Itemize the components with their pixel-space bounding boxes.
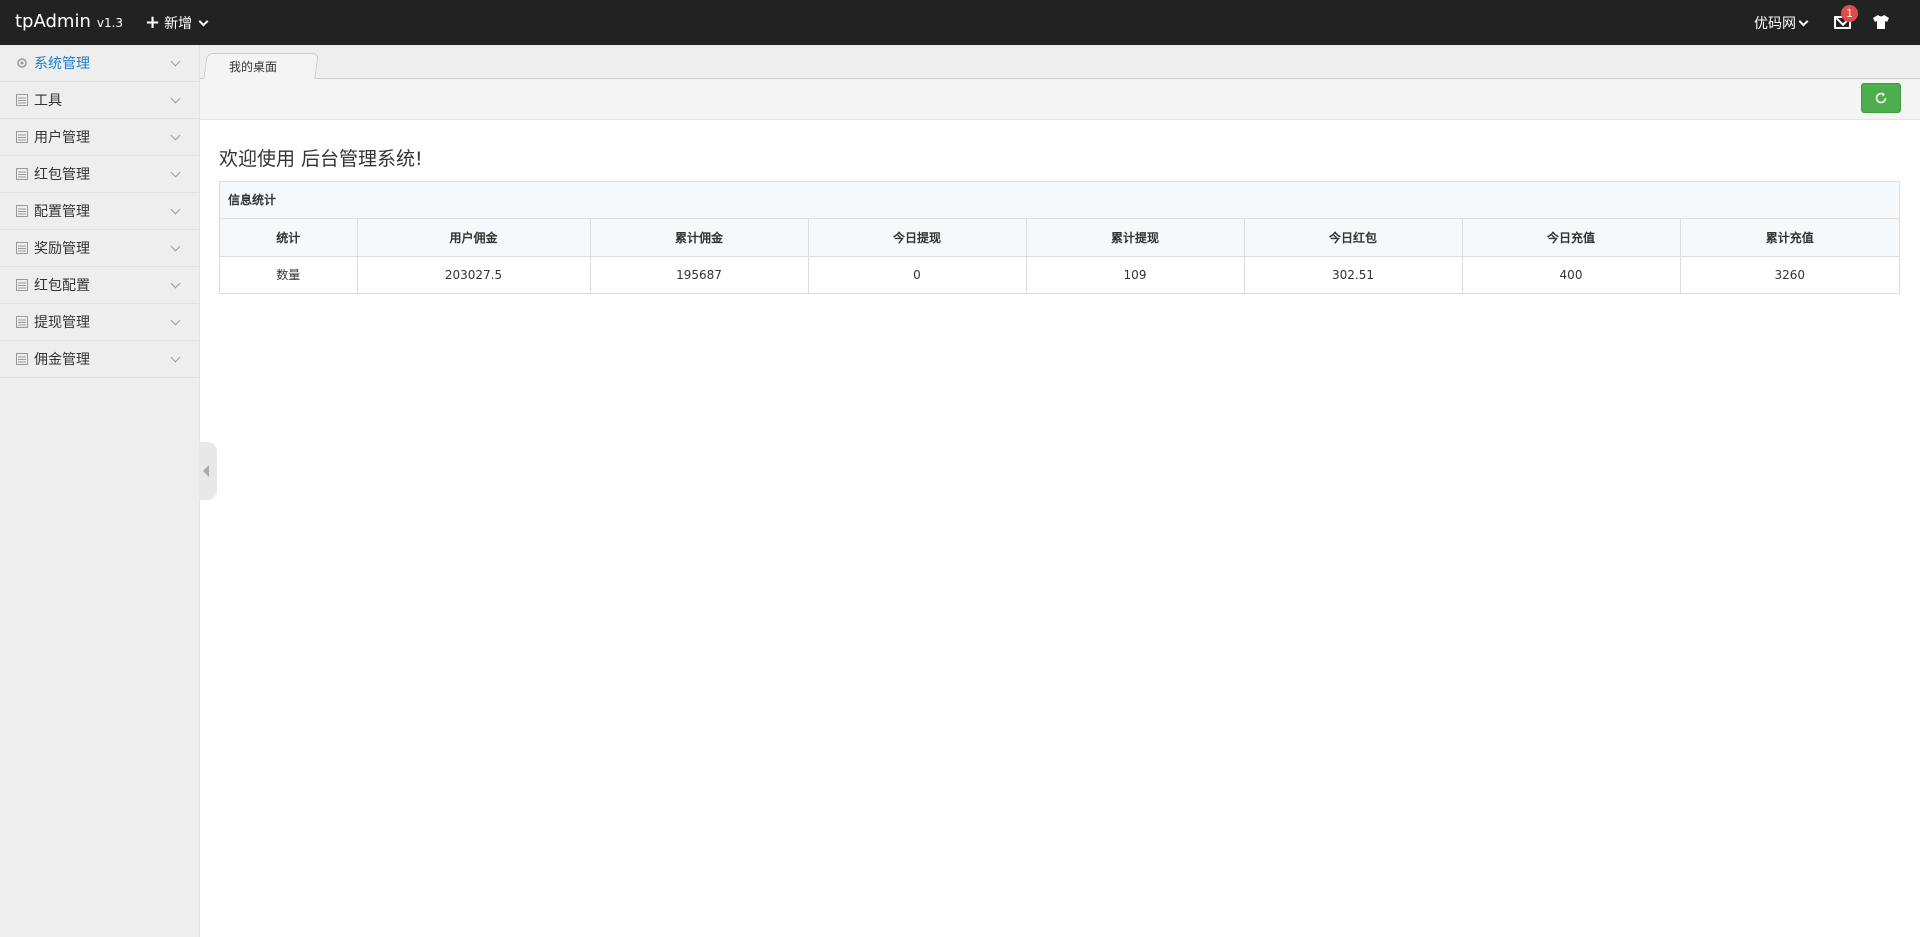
list-icon <box>16 168 28 180</box>
sidebar-item[interactable]: 提现管理 <box>0 304 199 341</box>
table-cell: 203027.5 <box>357 256 591 293</box>
sidebar-item[interactable]: 用户管理 <box>0 119 199 156</box>
content-toolbar <box>200 79 1920 120</box>
sidebar: 系统管理工具用户管理红包管理配置管理奖励管理红包配置提现管理佣金管理 <box>0 45 200 937</box>
list-icon <box>16 242 28 254</box>
sidebar-item[interactable]: 红包配置 <box>0 267 199 304</box>
logo-text: tpAdmin <box>15 11 91 32</box>
list-icon <box>16 131 28 143</box>
table-header-row: 统计 用户佣金 累计佣金 今日提现 累计提现 今日红包 今日充值 累计充值 <box>220 219 1899 256</box>
chevron-down-icon <box>1798 16 1809 26</box>
stats-table: 统计 用户佣金 累计佣金 今日提现 累计提现 今日红包 今日充值 累计充值 数量 203027.… <box>220 219 1899 293</box>
tab-label: 我的桌面 <box>229 60 278 74</box>
chevron-down-icon <box>170 93 181 104</box>
list-icon <box>16 205 28 217</box>
table-cell: 0 <box>808 256 1027 293</box>
table-cell: 195687 <box>590 256 809 293</box>
gear-icon <box>17 58 27 68</box>
new-menu-label: 新增 <box>164 16 193 32</box>
list-icon <box>16 353 28 365</box>
welcome-heading: 欢迎使用 后台管理系统! <box>219 148 423 170</box>
table-header-cell: 用户佣金 <box>357 219 591 256</box>
sidebar-item[interactable]: 奖励管理 <box>0 230 199 267</box>
sidebar-collapse-handle[interactable] <box>199 442 217 500</box>
chevron-down-icon <box>170 167 181 178</box>
table-header-cell: 统计 <box>220 219 358 256</box>
table-header-cell: 今日充值 <box>1462 219 1681 256</box>
site-menu-button[interactable]: 优码网 <box>1754 13 1809 33</box>
notification-badge: 1 <box>1841 5 1858 22</box>
chevron-down-icon <box>170 278 181 289</box>
refresh-icon <box>1875 92 1887 104</box>
sidebar-item-label: 提现管理 <box>34 315 90 331</box>
chevron-down-icon <box>170 352 181 363</box>
tab-bar: 我的桌面 <box>200 45 1920 80</box>
sidebar-item[interactable]: 系统管理 <box>0 45 199 82</box>
chevron-down-icon <box>170 56 181 67</box>
chevron-down-icon <box>170 241 181 252</box>
sidebar-item[interactable]: 配置管理 <box>0 193 199 230</box>
sidebar-item-label: 红包配置 <box>34 278 90 294</box>
list-icon <box>16 279 28 291</box>
sidebar-item[interactable]: 红包管理 <box>0 156 199 193</box>
sidebar-item-label: 系统管理 <box>34 56 90 72</box>
app-logo[interactable]: tpAdmin v1.3 <box>15 11 123 32</box>
chevron-down-icon <box>170 204 181 215</box>
chevron-down-icon <box>170 315 181 326</box>
table-cell: 数量 <box>220 256 358 293</box>
top-navbar: tpAdmin v1.3 + 新增 优码网 1 <box>0 0 1920 45</box>
sidebar-item-label: 奖励管理 <box>34 241 90 257</box>
table-row: 数量 203027.5 195687 0 109 302.51 400 3260 <box>220 256 1899 293</box>
shirt-icon[interactable] <box>1872 14 1890 30</box>
sidebar-item-label: 佣金管理 <box>34 352 90 368</box>
sidebar-item[interactable]: 佣金管理 <box>0 341 199 378</box>
table-header-cell: 今日红包 <box>1244 219 1463 256</box>
table-cell: 3260 <box>1680 256 1899 293</box>
list-icon <box>16 316 28 328</box>
stats-panel: 信息统计 统计 用户佣金 累计佣金 今日提现 累计提现 今日红包 今日充值 累计充值 数量 20… <box>219 181 1900 294</box>
new-menu-button[interactable]: + 新增 <box>145 12 209 33</box>
sidebar-item-label: 配置管理 <box>34 204 90 220</box>
table-header-cell: 累计提现 <box>1026 219 1245 256</box>
table-header-cell: 累计佣金 <box>590 219 809 256</box>
plus-icon: + <box>145 12 161 33</box>
refresh-button[interactable] <box>1861 83 1901 113</box>
sidebar-item-label: 用户管理 <box>34 130 90 146</box>
chevron-down-icon <box>170 130 181 141</box>
version-label: v1.3 <box>96 16 124 30</box>
list-icon <box>16 94 28 106</box>
panel-title: 信息统计 <box>220 182 1899 219</box>
table-cell: 109 <box>1026 256 1245 293</box>
sidebar-item-label: 红包管理 <box>34 167 90 183</box>
chevron-down-icon <box>198 16 209 26</box>
sidebar-item[interactable]: 工具 <box>0 82 199 119</box>
sidebar-item-label: 工具 <box>34 93 62 109</box>
table-header-cell: 累计充值 <box>1765 230 1814 245</box>
site-menu-label: 优码网 <box>1754 16 1796 32</box>
table-header-cell: 今日提现 <box>808 219 1027 256</box>
table-cell: 400 <box>1462 256 1681 293</box>
table-cell: 302.51 <box>1244 256 1463 293</box>
